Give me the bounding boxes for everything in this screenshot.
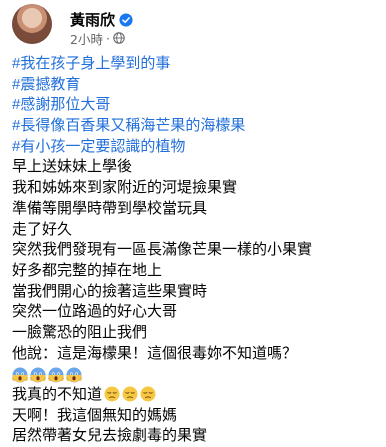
post-text-line: 好多都完整的掉在地上 <box>12 261 163 279</box>
post-text-line: 一臉驚恐的阻止我們 <box>12 323 148 341</box>
scream-emoji-row <box>12 364 380 385</box>
globe-icon[interactable] <box>113 32 125 44</box>
verified-badge-icon <box>119 12 133 27</box>
after-lines: 我真的不知道天啊！我這個無知的媽媽居然帶著女兒去撿劇毒的果實 <box>12 385 380 447</box>
post-text-line: 我真的不知道 <box>12 385 380 406</box>
post-text: 天啊！我這個無知的媽媽 <box>12 406 178 424</box>
pensive-emoji-icon <box>122 386 138 402</box>
pensive-emoji-icon <box>104 386 120 402</box>
post-text-line: 當我們開心的撿著這些果實時 <box>12 282 208 300</box>
hashtag-list: #我在孩子身上學到的事 #震撼教育 #感謝那位大哥 #長得像百香果又稱海芒果的海檬果 #… <box>12 54 380 157</box>
scream-emoji-icon <box>48 367 64 383</box>
scream-emoji-icon <box>12 367 28 383</box>
post-text-line: 我和姊姊來到家附近的河堤撿果實 <box>12 179 238 197</box>
post-text-line: 準備等開學時帶到學校當玩具 <box>12 199 208 217</box>
hashtag-link[interactable]: #感謝那位大哥 <box>12 95 380 116</box>
post-text-line: 天啊！我這個無知的媽媽 <box>12 406 380 427</box>
scream-emoji-icon <box>66 367 82 383</box>
author-line: 黃雨欣 <box>70 9 133 30</box>
post-text-line: 突然一位路過的好心大哥 <box>12 303 178 321</box>
meta-separator: · <box>105 30 110 46</box>
emoji-group <box>104 386 156 402</box>
hashtag-link[interactable]: #長得像百香果又稱海芒果的海檬果 <box>12 116 380 137</box>
author-name[interactable]: 黃雨欣 <box>70 9 115 30</box>
avatar[interactable] <box>12 4 52 44</box>
pensive-emoji-icon <box>140 386 156 402</box>
post-text-line: 早上送妹妹上學後 <box>12 158 133 176</box>
facebook-post: 黃雨欣 2小時 · #我在孩子身上學到的事 #震撼教育 #感謝那位大哥 #長得像百香果… <box>0 0 386 444</box>
hashtag-link[interactable]: #我在孩子身上學到的事 <box>12 54 380 75</box>
scream-emoji-icon <box>30 367 46 383</box>
hashtag-link[interactable]: #有小孩一定要認識的植物 <box>12 137 380 158</box>
post-text-line: 他說：這是海檬果！這個很毒妳不知道嗎？ <box>12 344 298 362</box>
post-header: 黃雨欣 2小時 · <box>12 4 382 48</box>
post-meta: 2小時 · <box>70 29 125 48</box>
post-text-line: 突然我們發現有一區長滿像芒果一樣的小果實 <box>12 241 313 259</box>
hashtag-link[interactable]: #震撼教育 <box>12 75 380 96</box>
post-text-line: 走了好久 <box>12 220 73 238</box>
post-text: 我真的不知道 <box>12 386 103 403</box>
post-body: #我在孩子身上學到的事 #震撼教育 #感謝那位大哥 #長得像百香果又稱海芒果的海檬果 #… <box>12 54 380 447</box>
story-lines: 早上送妹妹上學後我和姊姊來到家附近的河堤撿果實 準備等開學時帶到學校當玩具 走了好久… <box>12 157 380 364</box>
post-text-line: 居然帶著女兒去撿劇毒的果實 <box>12 426 380 447</box>
post-timestamp[interactable]: 2小時 <box>70 29 103 48</box>
